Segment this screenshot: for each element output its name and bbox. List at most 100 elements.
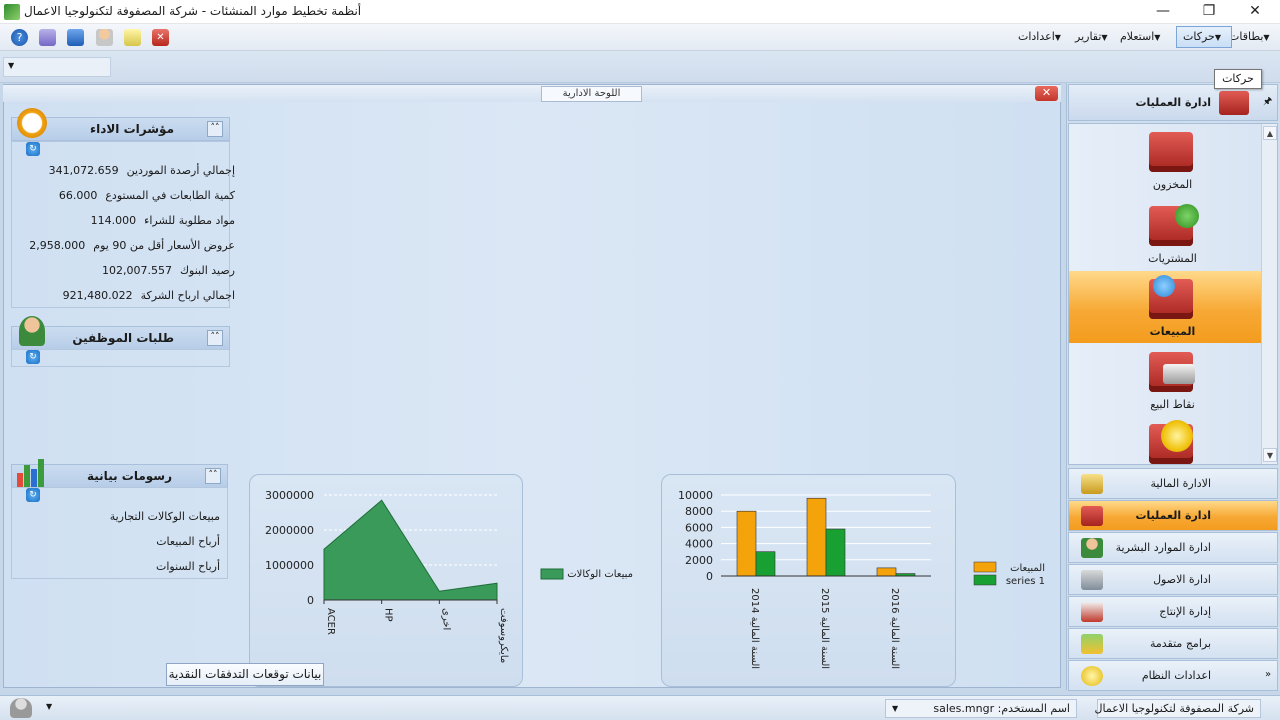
legend-label: المبيعات: [1010, 563, 1045, 574]
refresh-arrow-icon: [1153, 275, 1175, 297]
coins-icon: [1081, 474, 1103, 494]
restore-icon[interactable]: ❐: [1186, 0, 1232, 24]
help-icon[interactable]: ?: [11, 29, 28, 46]
nav-module-production[interactable]: إدارة الإنتاج: [1068, 596, 1278, 627]
collapse-icon[interactable]: ˄˄: [207, 121, 223, 137]
nav-header: ادارة العمليات 🖈: [1068, 84, 1278, 121]
legend-swatch: [973, 574, 997, 586]
refresh-icon[interactable]: ↻: [26, 350, 40, 364]
x-tick-label: السنة المالية 2016: [889, 588, 900, 669]
bar: [755, 551, 776, 577]
employee-icon: [19, 316, 45, 346]
y-tick-label: 3000000: [265, 489, 314, 502]
legend-swatch: [973, 561, 997, 573]
nav-item-purchases[interactable]: المشتريات: [1069, 198, 1276, 270]
nav-scrollbar[interactable]: ▲ ▼: [1261, 124, 1277, 464]
menu-cards[interactable]: ▼بطاقات: [1229, 30, 1274, 43]
pin-icon[interactable]: 🖈: [1263, 94, 1272, 111]
nav-item-inventory[interactable]: المخزون: [1069, 124, 1276, 196]
cashflow-forecast-button[interactable]: بيانات توقعات التدفقات النقدية: [166, 663, 324, 686]
y-tick-label: 0: [706, 570, 713, 583]
refresh-icon[interactable]: ↻: [26, 488, 40, 502]
legend-swatch: [540, 568, 564, 580]
nav-item-pos[interactable]: نقاط البيع: [1069, 344, 1276, 416]
status-user[interactable]: اسم المستخدم: sales.mngr ▼: [885, 699, 1077, 718]
collapse-icon[interactable]: ˄˄: [207, 330, 223, 346]
chart-link[interactable]: أرباح المبيعات: [10, 535, 220, 548]
legend-label: series 1: [1006, 576, 1045, 587]
boxes-icon: [1081, 506, 1103, 526]
y-tick-label: 6000: [685, 521, 713, 534]
chart-link[interactable]: مبيعات الوكالات التجارية: [10, 510, 220, 523]
users-icon[interactable]: [10, 698, 32, 718]
exit-icon[interactable]: ✕: [152, 29, 169, 46]
status-company: شركة المصفوفة لتكنولوجيا الاعمال: [1095, 699, 1261, 718]
window-title: أنظمة تخطيط موارد المنشئات - شركة المصفو…: [24, 4, 362, 18]
chevron-down-icon[interactable]: ▼: [46, 702, 52, 711]
export-icon[interactable]: [124, 29, 141, 46]
chevron-down-icon: ▼: [8, 61, 15, 70]
kpi-row: عروض الأسعار أقل من 90 يوم2,958.000: [29, 239, 235, 252]
app-logo-icon: [4, 4, 20, 20]
nav-items-list: المخزون المشتريات المبيعات نقاط البيع ▲ …: [1068, 123, 1278, 465]
tooltip: حركات: [1214, 69, 1262, 89]
yearly-sales-chart-svg: 10000 8000 6000 4000 2000 0 السنة المالية 2014…: [678, 489, 1045, 669]
y-tick-label: 0: [307, 594, 314, 607]
nav-item-sales[interactable]: المبيعات: [1069, 271, 1276, 343]
bar: [876, 567, 897, 577]
bar: [806, 497, 827, 577]
close-icon[interactable]: ✕: [1232, 0, 1278, 24]
nav-module-operations[interactable]: ادارة العمليات: [1068, 500, 1278, 531]
chart-link[interactable]: أرباح السنوات: [10, 560, 220, 573]
users-icon: [1081, 538, 1103, 558]
kpi-panel-title: مؤشرات الاداء: [89, 122, 174, 136]
network-icon[interactable]: [39, 29, 56, 46]
charts-panel-title: رسومات بيانية: [87, 469, 172, 483]
dashboard-header: [3, 85, 1061, 102]
tab-dashboard[interactable]: اللوحة الادارية: [541, 86, 642, 102]
refresh-icon[interactable]: ↻: [26, 142, 40, 156]
nav-module-finance[interactable]: الادارة المالية: [1068, 468, 1278, 499]
nav-module-assets[interactable]: ادارة الاصول: [1068, 564, 1278, 595]
title-bar: أنظمة تخطيط موارد المنشئات - شركة المصفو…: [0, 0, 1280, 24]
menu-bar: ? ✕ ▼بطاقات ▼حركات ▼استعلام ▼تقارير ▼اعد…: [0, 24, 1280, 51]
y-tick-label: 4000: [685, 538, 713, 551]
assets-icon: [1081, 570, 1103, 590]
windows-icon[interactable]: [67, 29, 84, 46]
kpi-row: رصيد البنوك102,007.557: [101, 264, 235, 277]
employees-panel-title: طلبات الموظفين: [72, 331, 174, 345]
user-icon[interactable]: [96, 29, 113, 46]
bar-chart-icon: [17, 457, 45, 487]
x-tick-label: HP: [383, 608, 394, 622]
scroll-down-icon[interactable]: ▼: [1263, 448, 1277, 462]
scroll-up-icon[interactable]: ▲: [1263, 126, 1277, 140]
kpi-row: مواد مطلوبة للشراء114.000: [90, 214, 235, 227]
nav-item-more[interactable]: [1069, 416, 1276, 464]
bar: [736, 510, 757, 577]
y-tick-label: 2000000: [265, 524, 314, 537]
nav-module-system-settings[interactable]: اعدادات النظام »: [1068, 660, 1278, 691]
y-tick-label: 1000000: [265, 559, 314, 572]
y-tick-label: 8000: [685, 505, 713, 518]
menu-inquiry[interactable]: ▼استعلام: [1120, 30, 1164, 43]
dashboard-close-button[interactable]: ✕: [1035, 86, 1058, 101]
kpi-row: إجمالي أرصدة الموردين341,072.659: [48, 164, 235, 177]
menu-transactions[interactable]: ▼حركات: [1176, 26, 1232, 48]
menu-settings[interactable]: ▼اعدادات: [1018, 30, 1065, 43]
nav-header-title: ادارة العمليات: [1135, 96, 1212, 109]
bar: [825, 528, 846, 577]
x-tick-label: اخرى: [440, 608, 451, 630]
toolbar-dropdown[interactable]: ▼: [3, 57, 111, 77]
employees-panel-body: [11, 349, 230, 367]
agency-sales-chart-svg: 3000000 2000000 1000000 0 ACER HP اخرى مايكروسو…: [265, 489, 633, 663]
boxes-icon: [1219, 91, 1249, 115]
minimize-icon[interactable]: —: [1140, 0, 1186, 24]
collapse-icon[interactable]: ˄˄: [205, 468, 221, 484]
y-tick-label: 10000: [678, 489, 713, 502]
nav-module-advanced[interactable]: برامج متقدمة: [1068, 628, 1278, 659]
expand-icon[interactable]: »: [1265, 669, 1271, 680]
menu-reports[interactable]: ▼تقارير: [1075, 30, 1112, 43]
nav-module-hr[interactable]: ادارة الموارد البشرية: [1068, 532, 1278, 563]
area-series: [323, 499, 498, 601]
alarm-clock-icon: [17, 108, 47, 138]
